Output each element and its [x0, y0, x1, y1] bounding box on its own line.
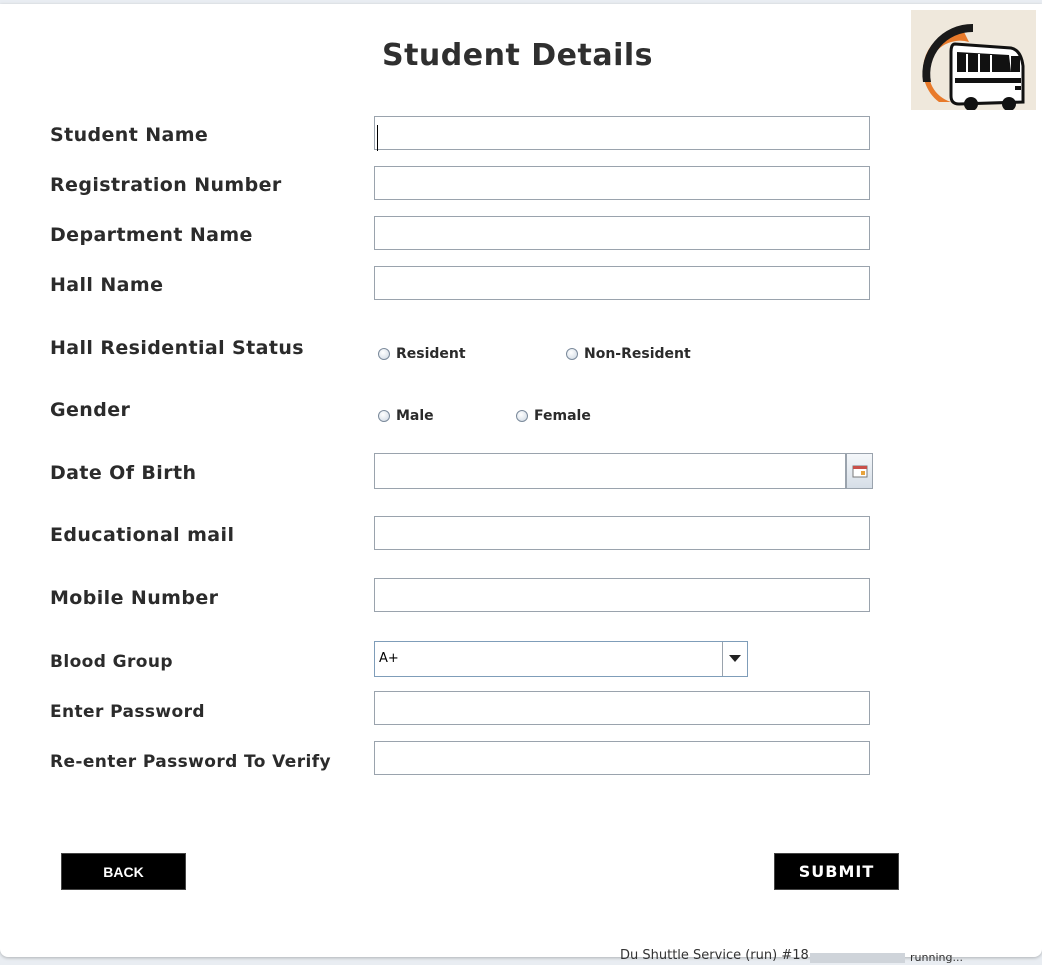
student-details-window: Student Details Student Name Registratio… [0, 4, 1042, 957]
hall-name-field[interactable] [374, 266, 870, 300]
calendar-icon [852, 465, 867, 478]
reenter-password-field[interactable] [374, 741, 870, 775]
taskbar-status-label: running... [910, 951, 963, 964]
blood-group-label: Blood Group [50, 652, 173, 672]
gender-label: Gender [50, 399, 131, 421]
bus-logo-icon [911, 10, 1036, 111]
reenter-password-label: Re-enter Password To Verify [50, 752, 332, 772]
hall-name-label: Hall Name [50, 274, 164, 296]
resident-radio-label: Resident [396, 346, 466, 362]
date-picker-button[interactable] [846, 453, 873, 489]
mobile-number-label: Mobile Number [50, 587, 219, 609]
registration-number-field[interactable] [374, 166, 870, 200]
female-radio[interactable]: Female [516, 408, 591, 424]
educational-mail-field[interactable] [374, 516, 870, 550]
back-button[interactable]: BACK [61, 853, 186, 890]
text-caret [377, 125, 378, 151]
radio-button-icon[interactable] [566, 348, 578, 360]
registration-number-label: Registration Number [50, 174, 282, 196]
blood-group-selected-value: A+ [379, 651, 399, 666]
dropdown-arrow-button[interactable] [722, 642, 747, 676]
male-radio[interactable]: Male [378, 408, 434, 424]
radio-button-icon[interactable] [378, 348, 390, 360]
student-name-label: Student Name [50, 124, 209, 146]
department-name-label: Department Name [50, 224, 253, 246]
radio-button-icon[interactable] [516, 410, 528, 422]
hall-residential-status-label: Hall Residential Status [50, 337, 304, 359]
radio-button-icon[interactable] [378, 410, 390, 422]
mobile-number-field[interactable] [374, 578, 870, 612]
female-radio-label: Female [534, 408, 591, 424]
date-of-birth-field[interactable] [374, 453, 846, 489]
enter-password-field[interactable] [374, 691, 870, 725]
enter-password-label: Enter Password [50, 702, 205, 722]
non-resident-radio[interactable]: Non-Resident [566, 346, 691, 362]
blood-group-select[interactable]: A+ [374, 641, 748, 677]
page-title: Student Details [381, 38, 654, 73]
submit-button[interactable]: SUBMIT [774, 853, 899, 890]
male-radio-label: Male [396, 408, 434, 424]
department-name-field[interactable] [374, 216, 870, 250]
non-resident-radio-label: Non-Resident [584, 346, 691, 362]
taskbar-task-label: Du Shuttle Service (run) #18 [620, 948, 809, 963]
progress-bar [810, 953, 905, 963]
educational-mail-label: Educational mail [50, 524, 235, 546]
student-name-field[interactable] [374, 116, 870, 150]
chevron-down-icon [729, 655, 741, 662]
date-of-birth-label: Date Of Birth [50, 462, 197, 484]
resident-radio[interactable]: Resident [378, 346, 466, 362]
